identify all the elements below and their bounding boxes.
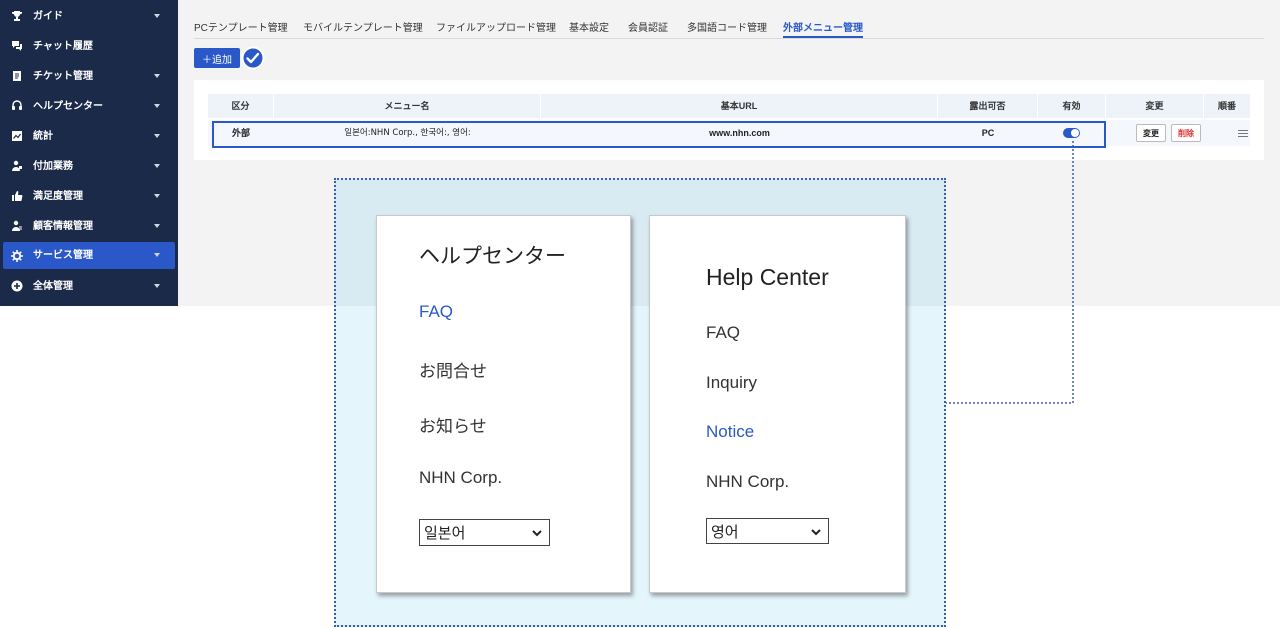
sidebar-item-chat-history[interactable]: チャット履歴 <box>0 31 178 61</box>
check-circle-icon <box>241 46 265 70</box>
trophy-icon <box>12 11 22 21</box>
preview-area: ヘルプセンター FAQ お問合せ お知らせ NHN Corp. 일본어 Help… <box>334 178 946 627</box>
cell-menu-name: 일본어:NHN Corp., 한국어:, 영어: <box>344 128 471 138</box>
cell-exposure: PC <box>981 128 995 138</box>
preview-menu-item[interactable]: NHN Corp. <box>706 472 789 492</box>
preview-menu-item[interactable]: お問合せ <box>419 357 487 382</box>
sidebar-item-customer-info[interactable]: 顧客情報管理 <box>0 211 178 241</box>
column-header-enabled: 有効 <box>1038 94 1106 118</box>
sidebar-item-satisfaction[interactable]: 満足度管理 <box>0 181 178 211</box>
sidebar-item-service[interactable]: サービス管理 <box>3 242 175 269</box>
drag-handle-icon[interactable] <box>1238 130 1248 137</box>
tab-external-menu[interactable]: 外部メニュー管理 <box>783 19 863 38</box>
column-header-order: 順番 <box>1217 101 1236 111</box>
sidebar-item-label: 全体管理 <box>33 281 73 292</box>
tab-member-auth[interactable]: 会員認証 <box>628 19 668 34</box>
chevron-down-icon <box>154 14 160 18</box>
preview-menu-item[interactable]: Notice <box>706 422 754 442</box>
tab-file-upload[interactable]: ファイルアップロード管理 <box>436 19 556 34</box>
cell-url: www.nhn.com <box>709 128 770 138</box>
column-header-exposure: 露出可否 <box>938 94 1038 118</box>
chat-icon <box>12 41 22 51</box>
tab-basic-settings[interactable]: 基本設定 <box>569 19 609 34</box>
preview-menu-item[interactable]: NHN Corp. <box>419 468 502 488</box>
preview-title: ヘルプセンター <box>419 244 566 268</box>
user-task-icon <box>12 160 22 171</box>
chevron-down-icon <box>154 194 160 198</box>
chevron-down-icon <box>811 529 821 536</box>
language-select[interactable]: 영어 <box>706 518 829 544</box>
language-select-value: 일본어 <box>424 524 466 542</box>
thumbs-up-icon <box>12 191 23 201</box>
preview-english: Help Center FAQ Inquiry Notice NHN Corp.… <box>649 215 906 593</box>
sidebar-item-label: チケット管理 <box>33 71 93 82</box>
customer-icon <box>12 220 22 231</box>
delete-button[interactable]: 削除 <box>1171 124 1201 142</box>
sidebar-item-ticket[interactable]: チケット管理 <box>0 61 178 91</box>
sidebar-item-additional-work[interactable]: 付加業務 <box>0 151 178 181</box>
sidebar-item-label: チャット履歴 <box>33 41 93 52</box>
plus-circle-icon <box>11 280 23 292</box>
gear-icon <box>11 250 23 262</box>
sidebar-item-general[interactable]: 全体管理 <box>0 271 178 301</box>
enabled-toggle[interactable] <box>1063 128 1080 138</box>
sidebar-item-label: 付加業務 <box>33 161 73 172</box>
sidebar-item-label: ヘルプセンター <box>33 101 103 112</box>
headset-icon <box>12 100 22 110</box>
table-header: 区分 メニュー名 基本URL 露出可否 有効 変更 順番 <box>208 94 1250 118</box>
tab-multilingual-code[interactable]: 多国語コード管理 <box>687 19 767 34</box>
menu-table-card: 区分 メニュー名 基本URL 露出可否 有効 変更 順番 外部 일본어:NHN … <box>194 80 1264 160</box>
chevron-down-icon <box>154 104 160 108</box>
chevron-down-icon <box>532 530 542 537</box>
cell-type: 外部 <box>231 128 250 138</box>
sidebar-item-help-center[interactable]: ヘルプセンター <box>0 91 178 121</box>
sidebar: ガイド チャット履歴 チケット管理 ヘルプセンター 統計 付加業務 満足度管理 … <box>0 0 178 306</box>
chevron-down-icon <box>154 134 160 138</box>
chevron-down-icon <box>154 224 160 228</box>
preview-menu-item[interactable]: FAQ <box>706 323 740 343</box>
sidebar-item-label: ガイド <box>33 11 63 22</box>
preview-title: Help Center <box>706 264 829 290</box>
column-header-type: 区分 <box>208 94 274 118</box>
tab-bar: PCテンプレート管理 モバイルテンプレート管理 ファイルアップロード管理 基本設… <box>194 0 1264 39</box>
language-select-value: 영어 <box>711 522 739 541</box>
sidebar-item-label: サービス管理 <box>33 250 93 261</box>
ticket-icon <box>13 71 21 81</box>
sidebar-item-statistics[interactable]: 統計 <box>0 121 178 151</box>
tab-mobile-template[interactable]: モバイルテンプレート管理 <box>303 19 423 34</box>
edit-button[interactable]: 変更 <box>1136 124 1166 142</box>
sidebar-item-label: 満足度管理 <box>33 191 83 202</box>
column-header-menu-name: メニュー名 <box>274 94 541 118</box>
preview-japanese: ヘルプセンター FAQ お問合せ お知らせ NHN Corp. 일본어 <box>376 215 631 593</box>
chevron-down-icon <box>154 284 160 288</box>
preview-menu-item[interactable]: Inquiry <box>706 373 757 393</box>
language-select[interactable]: 일본어 <box>419 519 550 546</box>
tab-pc-template[interactable]: PCテンプレート管理 <box>194 19 288 34</box>
preview-menu-item[interactable]: お知らせ <box>419 412 487 437</box>
sidebar-item-guide[interactable]: ガイド <box>0 1 178 31</box>
preview-menu-item[interactable]: FAQ <box>419 302 453 322</box>
table-row: 外部 일본어:NHN Corp., 한국어:, 영어: www.nhn.com … <box>208 120 1250 146</box>
chart-icon <box>12 131 22 141</box>
chevron-down-icon <box>154 164 160 168</box>
sidebar-item-label: 統計 <box>33 131 53 142</box>
add-button[interactable]: ＋追加 <box>194 48 240 68</box>
column-header-url: 基本URL <box>541 94 938 118</box>
chevron-down-icon <box>154 253 160 257</box>
sidebar-item-label: 顧客情報管理 <box>33 221 93 232</box>
column-header-edit: 変更 <box>1106 94 1204 118</box>
chevron-down-icon <box>154 74 160 78</box>
